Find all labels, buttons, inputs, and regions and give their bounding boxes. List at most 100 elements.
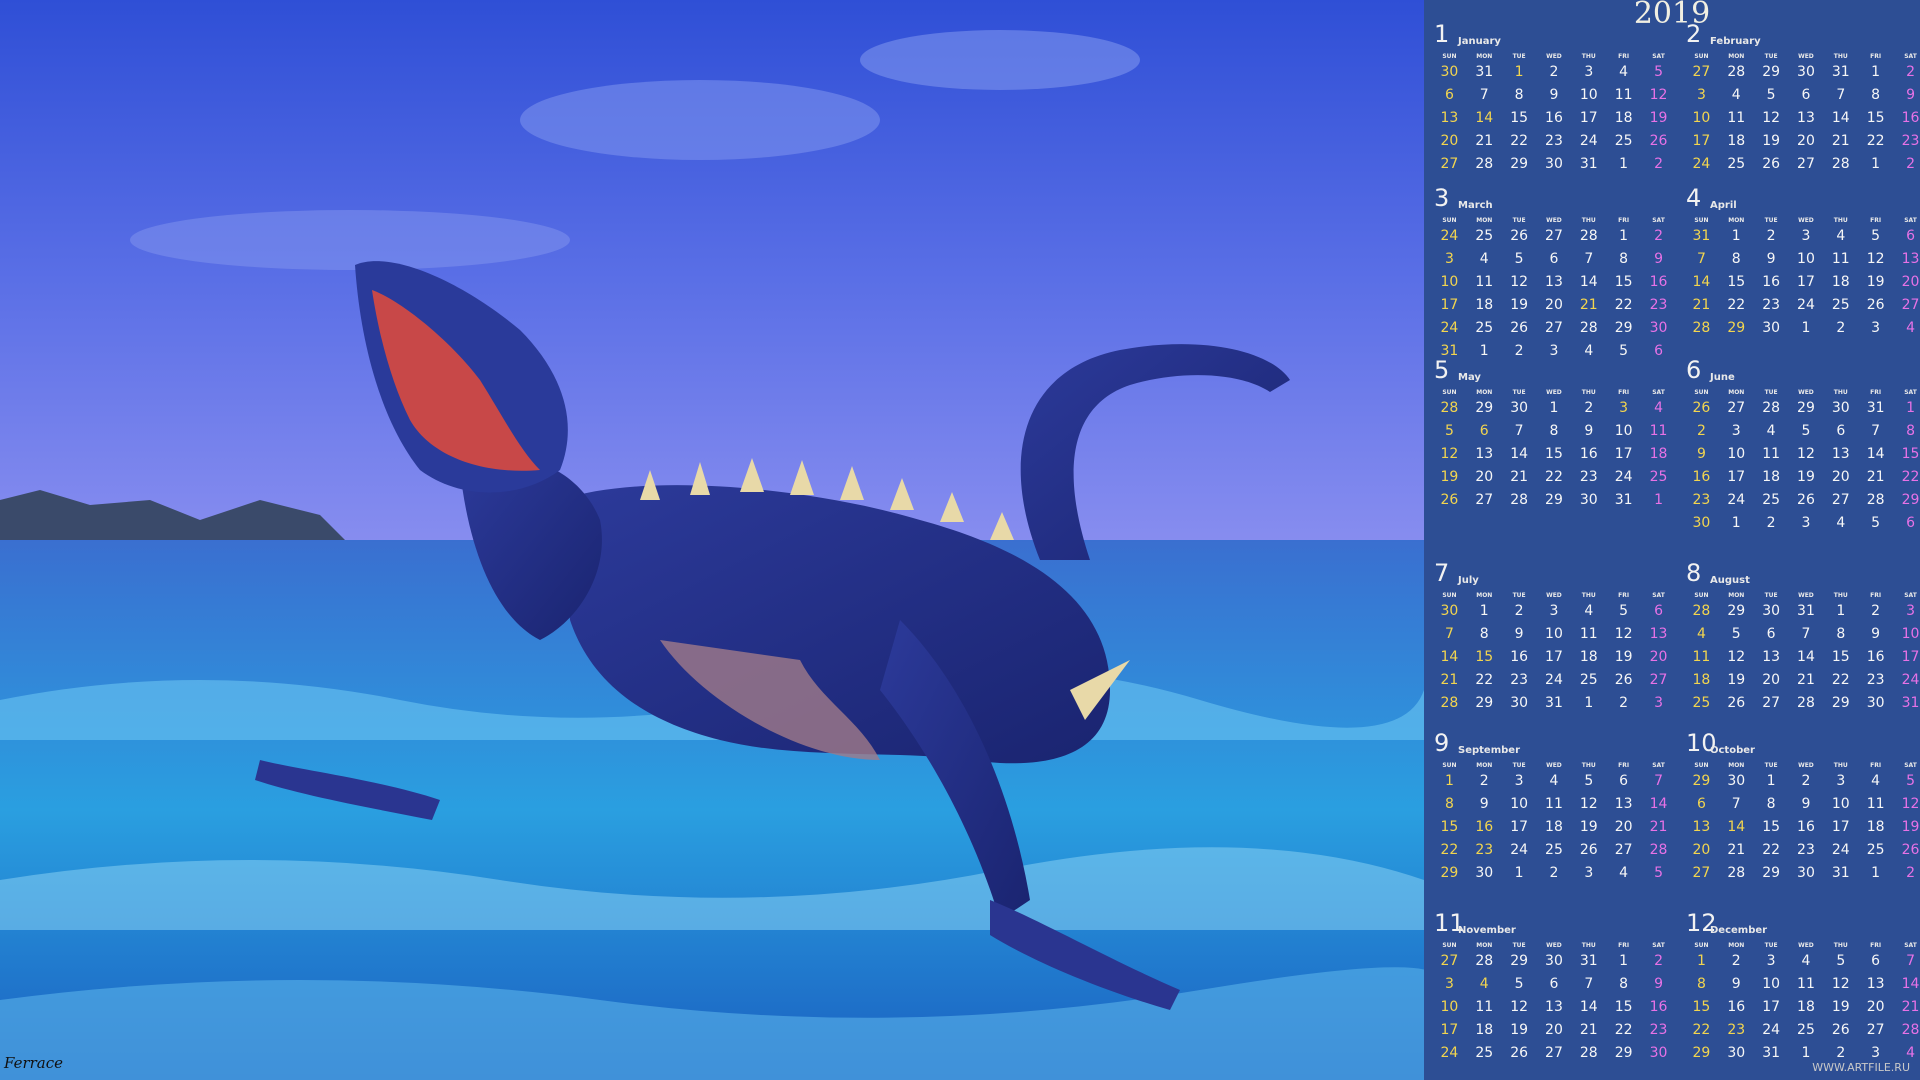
weekday-label: WED: [1798, 388, 1814, 396]
day-cell: 6: [1654, 342, 1663, 359]
day-cell: 31: [1692, 227, 1711, 244]
day-cell: 1: [1619, 155, 1629, 172]
day-cell: 30: [1797, 63, 1815, 80]
day-cell: 5: [1584, 772, 1594, 789]
day-cell: 27: [1545, 1044, 1563, 1061]
day-cell: 2: [1654, 952, 1663, 969]
weekday-label: MON: [1476, 52, 1493, 60]
day-cell: 1: [1444, 772, 1454, 789]
day-cell: 17: [1579, 109, 1598, 126]
month-block: 5 May SUN MON TUE WED THU FRI SAT 28 29 30 1 2 3 4 5 6 7 8 9…: [1432, 356, 1676, 511]
day-cell: 30: [1797, 864, 1815, 881]
week-row: 11 12 13 14 15 16 17: [1684, 645, 1920, 668]
month-header: 12 December: [1684, 909, 1920, 941]
month-name: October: [1710, 745, 1755, 756]
day-cell: 26: [1510, 1044, 1529, 1061]
day-cell: 20: [1440, 132, 1459, 149]
day-cell: 30: [1510, 694, 1529, 711]
weekday-label: FRI: [1870, 388, 1882, 396]
day-cell: 2: [1731, 952, 1741, 969]
day-cell: 3: [1906, 602, 1915, 619]
day-cell: 17: [1901, 648, 1920, 665]
day-cell: 30: [1866, 694, 1885, 711]
weekday-label: WED: [1546, 941, 1562, 949]
day-cell: 31: [1545, 694, 1563, 711]
day-cell: 16: [1649, 998, 1668, 1015]
weekday-label: TUE: [1512, 761, 1526, 769]
day-cell: 5: [1836, 952, 1846, 969]
week-row: 20 21 22 23 24 25 26: [1684, 838, 1920, 861]
week-row: 2 3 4 5 6 7 8: [1684, 419, 1920, 442]
day-cell: 2: [1549, 63, 1559, 80]
day-cell: 25: [1797, 1021, 1815, 1038]
week-row: 28 29 30 31 1 2 3: [1684, 599, 1920, 622]
week-row: 3 4 5 6 7 8 9: [1432, 247, 1676, 270]
day-cell: 28: [1475, 952, 1494, 969]
week-row: 17 18 19 20 21 22 23: [1432, 1018, 1676, 1041]
day-cell: 22: [1727, 296, 1746, 313]
weekday-label: WED: [1546, 388, 1562, 396]
day-cell: 16: [1649, 273, 1668, 290]
month-block: 11 November SUN MON TUE WED THU FRI SAT 27 28 29 30 3…: [1432, 909, 1676, 1064]
day-cell: 12: [1510, 273, 1529, 290]
week-row: 9 10 11 12 13 14 15: [1684, 442, 1920, 465]
day-cell: 28: [1866, 491, 1885, 508]
day-cell: 30: [1440, 63, 1459, 80]
day-cell: 1: [1696, 952, 1706, 969]
day-cell: 11: [1866, 795, 1885, 812]
day-cell: 24: [1614, 468, 1633, 485]
cloud: [860, 30, 1140, 90]
day-cell: 13: [1649, 625, 1668, 642]
day-cell: 18: [1579, 648, 1598, 665]
sea-monster-illustration: [0, 0, 1424, 1080]
day-cell: 25: [1692, 694, 1711, 711]
day-cell: 28: [1440, 399, 1459, 416]
week-row: 31 1 2 3 4 5 6: [1432, 339, 1676, 362]
day-cell: 27: [1545, 227, 1563, 244]
cloud: [520, 80, 880, 160]
weekday-label: SAT: [1652, 941, 1665, 949]
month-number: 6: [1686, 356, 1702, 384]
month-header: 3 March: [1432, 184, 1676, 216]
day-cell: 3: [1801, 514, 1811, 531]
day-cell: 1: [1619, 952, 1629, 969]
day-cell: 24: [1797, 296, 1815, 313]
day-cell: 30: [1649, 319, 1668, 336]
day-cell: 22: [1692, 1021, 1711, 1038]
day-cell: 19: [1579, 818, 1598, 835]
day-cell: 13: [1545, 998, 1563, 1015]
day-cell: 23: [1901, 132, 1920, 149]
day-cell: 16: [1545, 109, 1563, 126]
day-cell: 8: [1619, 975, 1629, 992]
day-cell: 20: [1866, 998, 1885, 1015]
weekday-label: FRI: [1618, 761, 1630, 769]
weekday-label: FRI: [1618, 591, 1630, 599]
weekday-label: TUE: [1512, 941, 1526, 949]
day-cell: 22: [1475, 671, 1494, 688]
day-cell: 17: [1831, 818, 1850, 835]
day-cell: 3: [1549, 342, 1559, 359]
week-row: 30 31 1 2 3 4 5: [1432, 60, 1676, 83]
weekday-label: SAT: [1904, 388, 1917, 396]
day-cell: 14: [1797, 648, 1815, 665]
day-cell: 5: [1654, 63, 1663, 80]
day-cell: 6: [1619, 772, 1629, 789]
day-cell: 4: [1619, 63, 1629, 80]
day-cell: 21: [1727, 841, 1746, 858]
week-row: 27 28 29 30 31 1 2: [1432, 152, 1676, 175]
day-cell: 6: [1444, 86, 1454, 103]
day-cell: 28: [1475, 155, 1494, 172]
day-cell: 11: [1545, 795, 1563, 812]
day-cell: 11: [1614, 86, 1633, 103]
day-cell: 8: [1766, 795, 1776, 812]
month-name: February: [1710, 36, 1761, 47]
watermark: WWW.ARTFILE.RU: [1812, 1061, 1910, 1074]
weekday-label: MON: [1476, 216, 1493, 224]
day-cell: 3: [1514, 772, 1524, 789]
day-cell: 7: [1801, 625, 1811, 642]
day-cell: 13: [1831, 445, 1850, 462]
weekday-label: THU: [1581, 591, 1596, 599]
day-cell: 30: [1440, 602, 1459, 619]
week-row: 1 2 3 4 5 6 7: [1432, 769, 1676, 792]
day-cell: 9: [1731, 975, 1741, 992]
